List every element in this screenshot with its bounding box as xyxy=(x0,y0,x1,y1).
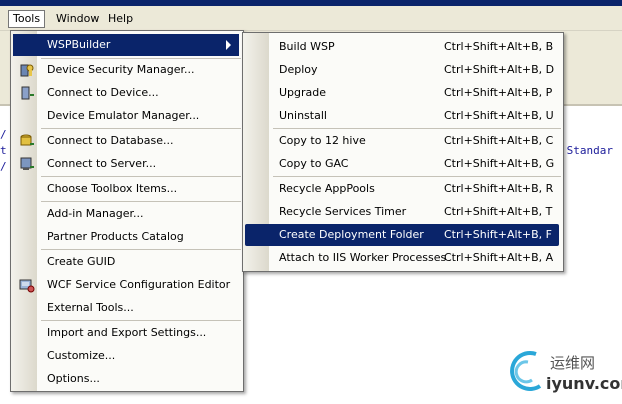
menu-item-label: Options... xyxy=(47,372,100,385)
menu-item-device-emulator-manager[interactable]: Device Emulator Manager... xyxy=(13,105,239,127)
menu-item-external-tools[interactable]: External Tools... xyxy=(13,297,239,319)
menu-item-shortcut: Ctrl+Shift+Alt+B, T xyxy=(444,205,553,218)
menu-item-label: Connect to Database... xyxy=(47,134,174,147)
separator xyxy=(41,176,241,177)
menu-item-shortcut: Ctrl+Shift+Alt+B, B xyxy=(444,40,554,53)
menu-item-label: Connect to Server... xyxy=(47,157,157,170)
separator xyxy=(41,201,241,202)
menu-item-label: Attach to IIS Worker Processes xyxy=(279,251,447,264)
menu-item-choose-toolbox-items[interactable]: Choose Toolbox Items... xyxy=(13,178,239,200)
code-fragment-3: / xyxy=(0,160,7,173)
menu-item-recycle-apppools[interactable]: Recycle AppPools Ctrl+Shift+Alt+B, R xyxy=(245,178,559,200)
separator xyxy=(273,176,561,177)
menu-tools[interactable]: Tools xyxy=(8,10,46,28)
menu-item-copy-to-gac[interactable]: Copy to GAC Ctrl+Shift+Alt+B, G xyxy=(245,153,559,175)
menu-item-uninstall[interactable]: Uninstall Ctrl+Shift+Alt+B, U xyxy=(245,105,559,127)
menu-item-shortcut: Ctrl+Shift+Alt+B, C xyxy=(444,134,554,147)
menu-item-add-in-manager[interactable]: Add-in Manager... xyxy=(13,203,239,225)
menu-item-label: Import and Export Settings... xyxy=(47,326,207,339)
device-security-icon xyxy=(19,62,35,78)
menu-item-label: Device Security Manager... xyxy=(47,63,195,76)
menu-item-deploy[interactable]: Deploy Ctrl+Shift+Alt+B, D xyxy=(245,59,559,81)
code-fragment-suffix: .Standar xyxy=(560,144,613,157)
separator xyxy=(273,128,561,129)
separator xyxy=(41,249,241,250)
menu-item-label: Customize... xyxy=(47,349,116,362)
menu-item-label: Create Deployment Folder xyxy=(279,228,424,241)
submenu-arrow-icon xyxy=(226,40,231,50)
menu-item-shortcut: Ctrl+Shift+Alt+B, F xyxy=(444,228,552,241)
menu-item-label: Add-in Manager... xyxy=(47,207,144,220)
menu-item-attach-to-iis-worker-processes[interactable]: Attach to IIS Worker Processes Ctrl+Shif… xyxy=(245,247,559,269)
connect-device-icon xyxy=(19,85,35,101)
menu-item-copy-to-12-hive[interactable]: Copy to 12 hive Ctrl+Shift+Alt+B, C xyxy=(245,130,559,152)
wcf-config-icon xyxy=(19,277,35,293)
menu-item-shortcut: Ctrl+Shift+Alt+B, A xyxy=(444,251,554,264)
code-fragment-2: t xyxy=(0,144,7,157)
menu-item-customize[interactable]: Customize... xyxy=(13,345,239,367)
watermark-logo-icon xyxy=(510,351,542,391)
menu-item-label: Copy to 12 hive xyxy=(279,134,366,147)
menu-item-options[interactable]: Options... xyxy=(13,368,239,390)
menu-item-connect-to-device[interactable]: Connect to Device... xyxy=(13,82,239,104)
menu-item-device-security-manager[interactable]: Device Security Manager... xyxy=(13,59,239,81)
menu-item-partner-products-catalog[interactable]: Partner Products Catalog xyxy=(13,226,239,248)
menu-bar: Tools Window Help xyxy=(0,6,622,31)
menu-item-import-export-settings[interactable]: Import and Export Settings... xyxy=(13,322,239,344)
server-icon xyxy=(19,156,35,172)
menu-item-wspbuilder[interactable]: WSPBuilder xyxy=(13,34,239,56)
menu-item-wcf-service-configuration-editor[interactable]: WCF Service Configuration Editor xyxy=(13,274,239,296)
menu-item-create-deployment-folder[interactable]: Create Deployment Folder Ctrl+Shift+Alt+… xyxy=(245,224,559,246)
menu-help[interactable]: Help xyxy=(104,11,137,27)
watermark-cn-text: 运维网 xyxy=(550,354,596,372)
menu-item-connect-to-server[interactable]: Connect to Server... xyxy=(13,153,239,175)
watermark: 运维网 iyunv.com xyxy=(506,346,622,398)
menu-item-label: Device Emulator Manager... xyxy=(47,109,200,122)
tools-menu: WSPBuilder Device Security Manager... Co… xyxy=(10,30,244,392)
menu-item-shortcut: Ctrl+Shift+Alt+B, D xyxy=(444,63,555,76)
menu-item-label: Choose Toolbox Items... xyxy=(47,182,178,195)
menu-item-label: External Tools... xyxy=(47,301,134,314)
code-fragment-1: / xyxy=(0,128,7,141)
menu-item-label: Connect to Device... xyxy=(47,86,159,99)
menu-item-label: Deploy xyxy=(279,63,318,76)
menu-item-label: Upgrade xyxy=(279,86,327,99)
menu-item-label: Partner Products Catalog xyxy=(47,230,184,243)
menu-item-connect-to-database[interactable]: Connect to Database... xyxy=(13,130,239,152)
menu-item-label: Recycle AppPools xyxy=(279,182,375,195)
menu-item-shortcut: Ctrl+Shift+Alt+B, U xyxy=(444,109,554,122)
menu-item-shortcut: Ctrl+Shift+Alt+B, G xyxy=(444,157,555,170)
menu-item-label: Build WSP xyxy=(279,40,335,53)
menu-item-shortcut: Ctrl+Shift+Alt+B, P xyxy=(444,86,553,99)
wspbuilder-submenu: Build WSP Ctrl+Shift+Alt+B, B Deploy Ctr… xyxy=(242,32,564,272)
menu-item-create-guid[interactable]: Create GUID xyxy=(13,251,239,273)
database-icon xyxy=(19,133,35,149)
menu-item-upgrade[interactable]: Upgrade Ctrl+Shift+Alt+B, P xyxy=(245,82,559,104)
menu-item-recycle-services-timer[interactable]: Recycle Services Timer Ctrl+Shift+Alt+B,… xyxy=(245,201,559,223)
separator xyxy=(41,128,241,129)
separator xyxy=(41,320,241,321)
menu-item-build-wsp[interactable]: Build WSP Ctrl+Shift+Alt+B, B xyxy=(245,36,559,58)
menu-item-label: Copy to GAC xyxy=(279,157,349,170)
watermark-url-text: iyunv.com xyxy=(546,374,622,393)
menu-item-label: Recycle Services Timer xyxy=(279,205,407,218)
menu-item-label: WCF Service Configuration Editor xyxy=(47,278,231,291)
menu-item-shortcut: Ctrl+Shift+Alt+B, R xyxy=(444,182,554,195)
menu-item-label: Uninstall xyxy=(279,109,327,122)
menu-item-label: WSPBuilder xyxy=(47,38,111,51)
menu-window[interactable]: Window xyxy=(52,11,103,27)
menu-item-label: Create GUID xyxy=(47,255,116,268)
